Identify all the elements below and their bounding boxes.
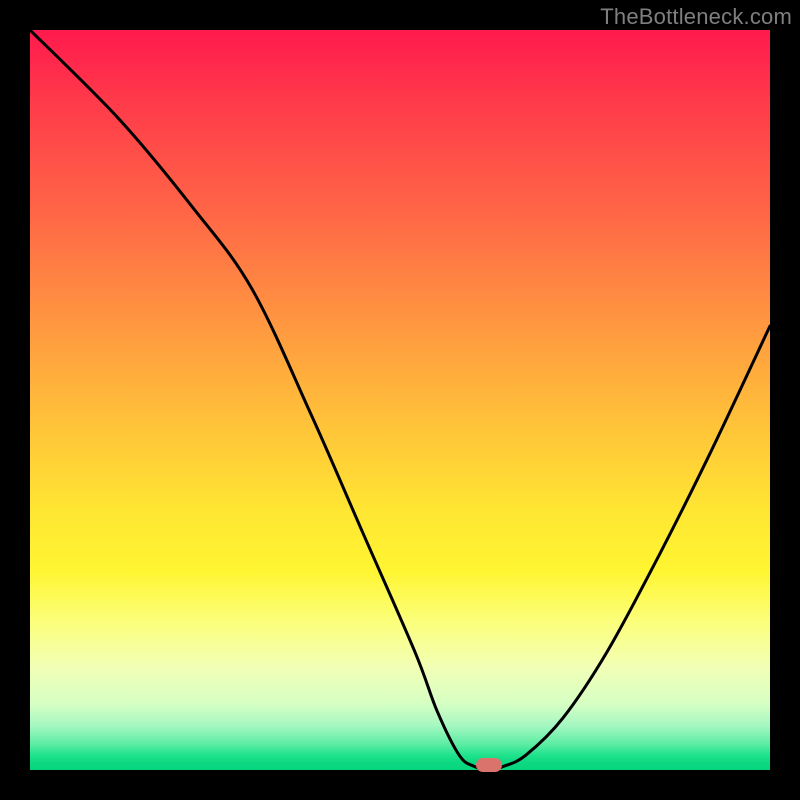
chart-frame: TheBottleneck.com bbox=[0, 0, 800, 800]
bottleneck-curve bbox=[30, 30, 770, 770]
plot-area bbox=[30, 30, 770, 770]
watermark-text: TheBottleneck.com bbox=[600, 4, 792, 30]
optimal-point-marker bbox=[476, 758, 502, 772]
